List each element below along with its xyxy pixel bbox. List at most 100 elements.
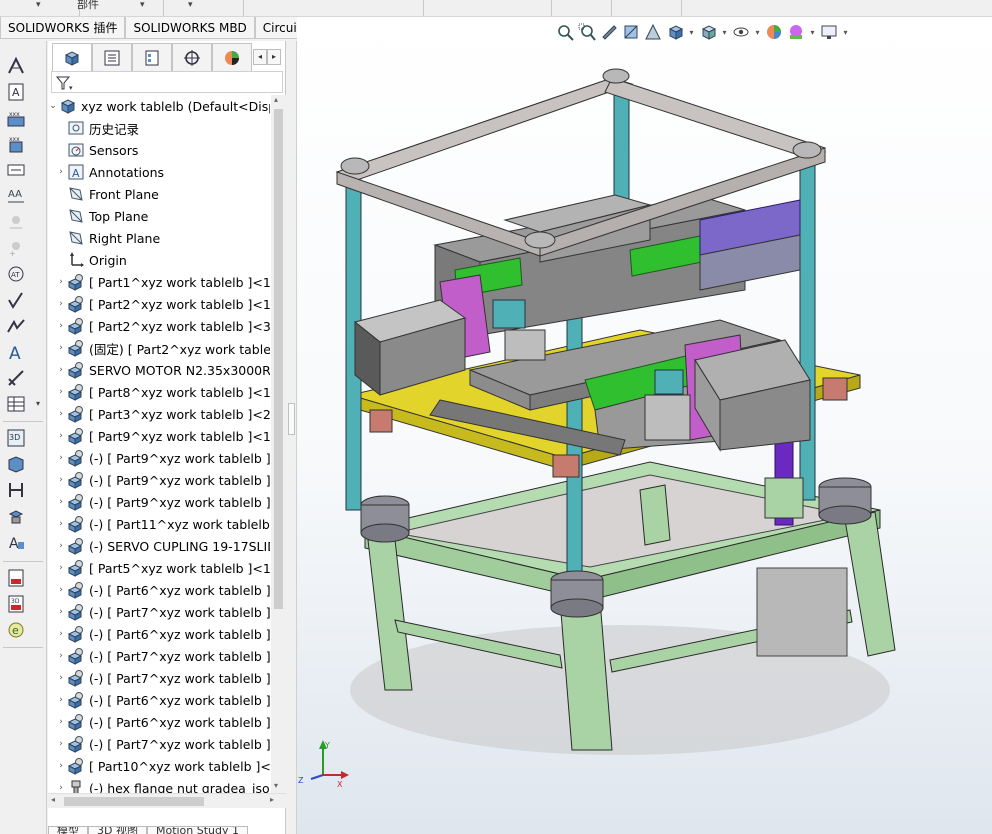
ribbon-group[interactable]: ▾ (80, 0, 164, 16)
section-3d-icon[interactable] (5, 453, 27, 475)
tree-item[interactable]: › (-) [ Part7^xyz work tablelb ]< (48, 667, 270, 689)
tab-motion-study[interactable]: Motion Study 1 (146, 826, 249, 834)
scroll-thumb[interactable] (64, 797, 204, 806)
tree-item[interactable]: › [ Part5^xyz work tablelb ]<1> (48, 557, 270, 579)
graphics-area[interactable]: ▾ ▾ ▾ ▾ ▾ Y X Z (297, 17, 992, 834)
tree-item[interactable]: › (-) [ Part9^xyz work tablelb ]< (48, 469, 270, 491)
dimxpert-icon[interactable] (5, 505, 27, 527)
tab-solidworks-addins[interactable]: SOLIDWORKS 插件 (0, 17, 126, 39)
feature-tree-filter[interactable]: ▾ (51, 71, 283, 93)
tree-item[interactable]: › (-) [ Part6^xyz work tablelb ]< (48, 579, 270, 601)
expand-toggle-icon[interactable]: › (56, 673, 66, 683)
apply-scene-icon[interactable] (786, 22, 806, 42)
surface-finish-icon[interactable] (5, 289, 27, 311)
view-3d-icon[interactable]: 3D (5, 427, 27, 449)
tab-solidworks-mbd[interactable]: SOLIDWORKS MBD (125, 17, 255, 39)
ribbon-group[interactable]: ▾ (0, 0, 80, 16)
expand-toggle-icon[interactable]: › (56, 431, 66, 441)
edrawings-icon[interactable]: e (5, 619, 27, 641)
note-icon[interactable] (5, 159, 27, 181)
tree-item[interactable]: › (-) [ Part11^xyz work tablelb ] (48, 513, 270, 535)
tree-item[interactable]: › (-) hex flange nut gradea_iso< (48, 777, 270, 793)
expand-toggle-icon[interactable]: › (56, 607, 66, 617)
smart-dimension-icon[interactable] (5, 55, 27, 77)
section-view-icon[interactable] (621, 22, 641, 42)
tree-item[interactable]: › [ Part10^xyz work tablelb ]<1 (48, 755, 270, 777)
tab-scroll-left-icon[interactable]: ◂ (253, 49, 267, 65)
scroll-up-icon[interactable]: ▴ (274, 95, 278, 104)
tree-item[interactable]: › (-) [ Part6^xyz work tablelb ]< (48, 689, 270, 711)
expand-toggle-icon[interactable]: › (56, 387, 66, 397)
publish-3d-pdf-icon[interactable] (5, 567, 27, 589)
weld-symbol-icon[interactable] (5, 315, 27, 337)
expand-toggle-icon[interactable]: › (56, 321, 66, 331)
ribbon-group[interactable] (244, 0, 424, 16)
expand-toggle-icon[interactable]: › (56, 365, 66, 375)
magnetic-line-icon[interactable]: AT (5, 263, 27, 285)
vertical-actuator[interactable] (756, 567, 848, 657)
dropdown-arrow-icon[interactable]: ▾ (36, 0, 41, 10)
dropdown-arrow-icon[interactable]: ▾ (808, 28, 817, 37)
spell-checker-icon[interactable]: xxx (5, 107, 27, 129)
dropdown-arrow-icon[interactable]: ▾ (140, 0, 145, 10)
publish-pdf-icon[interactable]: 3D (5, 593, 27, 615)
table-icon[interactable] (5, 393, 27, 415)
tree-item[interactable]: › [ Part3^xyz work tablelb ]<2> (48, 403, 270, 425)
expand-toggle-icon[interactable]: › (56, 453, 66, 463)
expand-toggle-icon[interactable]: › (56, 475, 66, 485)
format-painter-icon[interactable]: xxx (5, 133, 27, 155)
tree-item[interactable]: › (-) [ Part7^xyz work tablelb ]< (48, 733, 270, 755)
tab-model[interactable]: 模型 (48, 826, 88, 834)
dropdown-arrow-icon[interactable]: ▾ (841, 28, 850, 37)
dynamic-annotation-icon[interactable] (643, 22, 663, 42)
expand-toggle-icon[interactable]: › (56, 563, 66, 573)
tree-item[interactable]: › [ Part9^xyz work tablelb ]<1> (48, 425, 270, 447)
tree-root-item[interactable]: ⌄ xyz work tablelb (Default<Display (48, 95, 270, 117)
expand-toggle-icon[interactable]: › (56, 343, 66, 353)
dropdown-arrow-icon[interactable]: ▾ (720, 28, 729, 37)
tree-item[interactable]: › (-) SERVO CUPLING 19-17SLID (48, 535, 270, 557)
ribbon-group[interactable] (424, 0, 552, 16)
tree-item[interactable]: › A Annotations (48, 161, 270, 183)
scroll-right-icon[interactable]: ▸ (270, 795, 274, 804)
splitter-grip[interactable] (288, 403, 295, 435)
expand-toggle-icon[interactable]: › (56, 739, 66, 749)
tab-3d-views[interactable]: 3D 视图 (88, 826, 147, 834)
view-settings-icon[interactable] (819, 22, 839, 42)
tree-item[interactable]: › [ Part1^xyz work tablelb ]<1> (48, 271, 270, 293)
tree-item[interactable]: › (-) [ Part6^xyz work tablelb ]< (48, 623, 270, 645)
auto-dimension-scheme-icon[interactable]: A (5, 531, 27, 553)
ribbon-group[interactable] (612, 0, 682, 16)
expand-toggle-icon[interactable]: › (56, 497, 66, 507)
expand-toggle-icon[interactable]: › (56, 277, 66, 287)
tree-item[interactable]: Front Plane (48, 183, 270, 205)
zoom-to-fit-icon[interactable] (555, 22, 575, 42)
linear-note-pattern-icon[interactable]: AA (5, 185, 27, 207)
expand-toggle-icon[interactable]: › (56, 299, 66, 309)
datum-feature-icon[interactable]: A (5, 341, 27, 363)
tree-item[interactable]: › [ Part8^xyz work tablelb ]<1> (48, 381, 270, 403)
tree-item[interactable]: › [ Part2^xyz work tablelb ]<3> (48, 315, 270, 337)
tree-item[interactable]: Sensors (48, 139, 270, 161)
scroll-down-icon[interactable]: ▾ (274, 781, 278, 790)
expand-toggle-icon[interactable]: › (56, 585, 66, 595)
auto-balloon-icon[interactable]: + (5, 237, 27, 259)
tree-item[interactable]: › (-) [ Part6^xyz work tablelb ]< (48, 711, 270, 733)
configuration-manager-tab-icon[interactable] (132, 43, 172, 71)
dropdown-arrow-icon[interactable]: ▾ (188, 0, 193, 10)
expand-toggle-icon[interactable]: › (56, 519, 66, 529)
expand-toggle-icon[interactable]: › (56, 541, 66, 551)
dropdown-arrow-icon[interactable]: ▾ (687, 28, 696, 37)
expand-toggle-icon[interactable]: › (56, 629, 66, 639)
panel-splitter[interactable] (286, 41, 297, 834)
expand-toggle-icon[interactable]: › (56, 651, 66, 661)
ribbon-group[interactable]: ▾ (164, 0, 244, 16)
tree-item[interactable]: › (固定) [ Part2^xyz work tablelb (48, 337, 270, 359)
zoom-to-area-icon[interactable] (577, 22, 597, 42)
display-manager-tab-icon[interactable] (212, 43, 252, 71)
property-manager-tab-icon[interactable] (92, 43, 132, 71)
capture-3d-view-icon[interactable] (5, 479, 27, 501)
previous-view-icon[interactable] (599, 22, 619, 42)
edit-appearance-icon[interactable] (764, 22, 784, 42)
view-orientation-icon[interactable] (665, 22, 685, 42)
